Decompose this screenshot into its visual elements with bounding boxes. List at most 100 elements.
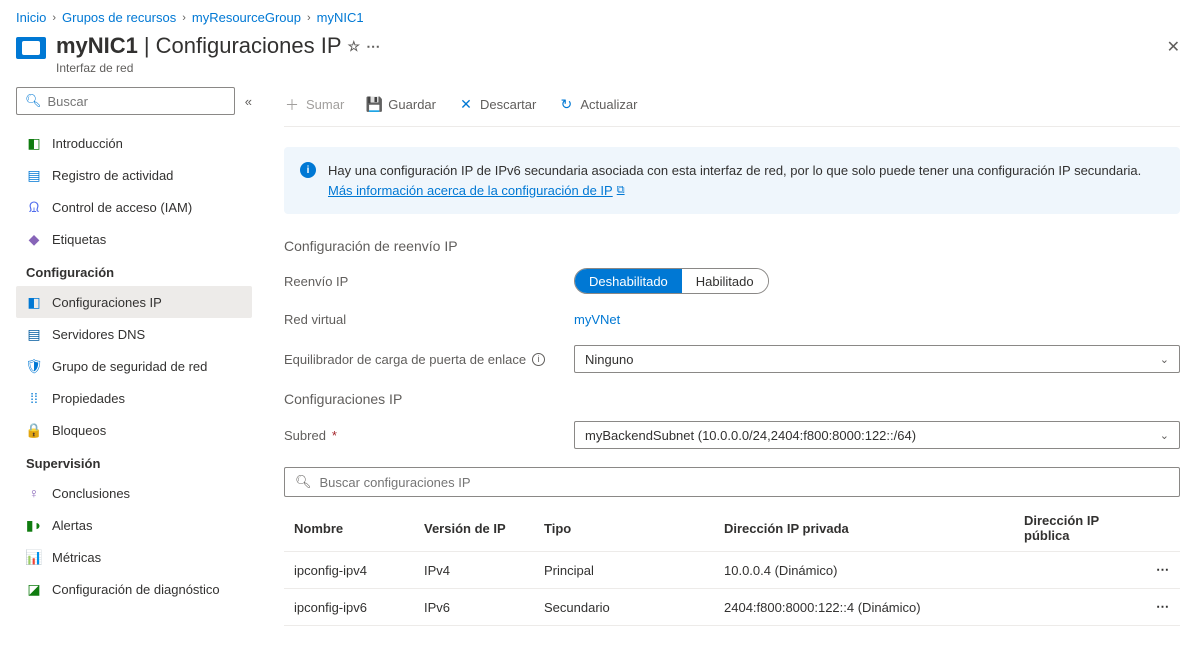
chevron-right-icon: › bbox=[182, 12, 186, 24]
nav-item-insights[interactable]: ♀Conclusiones bbox=[16, 477, 252, 509]
cell-public-ip bbox=[1014, 552, 1140, 589]
toolbar-label: Descartar bbox=[480, 97, 536, 112]
sidebar: 🔍︎ « ◧ Introducción ▤ Registro de activida… bbox=[0, 87, 256, 626]
toggle-enabled[interactable]: Habilitado bbox=[682, 269, 768, 293]
chevron-down-icon: ⌄ bbox=[1160, 353, 1169, 366]
activity-log-icon: ▤ bbox=[26, 167, 42, 183]
refresh-button[interactable]: ↻ Actualizar bbox=[558, 96, 637, 113]
nav-item-alerts[interactable]: ▮◗Alertas bbox=[16, 509, 252, 541]
table-row[interactable]: ipconfig-ipv4 IPv4 Principal 10.0.0.4 (D… bbox=[284, 552, 1180, 589]
save-button[interactable]: 💾Guardar bbox=[366, 96, 436, 113]
page-title: myNIC1 | Configuraciones IP ☆ ⋯ bbox=[56, 33, 1184, 59]
col-ipversion[interactable]: Versión de IP bbox=[414, 505, 534, 552]
nav-label: Registro de actividad bbox=[52, 168, 173, 183]
cell-name: ipconfig-ipv6 bbox=[284, 589, 414, 626]
nav-item-nsg[interactable]: 🛡Grupo de seguridad de red bbox=[16, 350, 252, 382]
section-ip-forwarding: Configuración de reenvío IP bbox=[284, 238, 1180, 254]
nav-label: Métricas bbox=[52, 550, 101, 565]
page-title-bold: myNIC1 bbox=[56, 33, 138, 59]
breadcrumb-link[interactable]: Inicio bbox=[16, 10, 46, 25]
label-subnet: Subred * bbox=[284, 428, 574, 443]
overview-icon: ◧ bbox=[26, 135, 42, 151]
col-name[interactable]: Nombre bbox=[284, 505, 414, 552]
toolbar-label: Actualizar bbox=[580, 97, 637, 112]
iam-icon: ᙉ bbox=[26, 199, 42, 215]
nav-item-properties[interactable]: ⁞⁞ Propiedades bbox=[16, 382, 252, 414]
nav-label: Servidores DNS bbox=[52, 327, 145, 342]
nav-item-ip-configs[interactable]: ◧Configuraciones IP bbox=[16, 286, 252, 318]
nav-item-activity-log[interactable]: ▤ Registro de actividad bbox=[16, 159, 252, 191]
chevron-right-icon: › bbox=[307, 12, 311, 24]
cell-private-ip: 2404:f800:8000:122::4 (Dinámico) bbox=[714, 589, 1014, 626]
nav-label: Introducción bbox=[52, 136, 123, 151]
vnet-link[interactable]: myVNet bbox=[574, 312, 620, 327]
dns-icon: ▤ bbox=[26, 326, 42, 342]
info-banner: i Hay una configuración IP de IPv6 secun… bbox=[284, 147, 1180, 214]
info-tooltip-icon[interactable]: i bbox=[532, 353, 545, 366]
nav-top: ◧ Introducción ▤ Registro de actividad ᙉCo… bbox=[16, 127, 252, 255]
insights-icon: ♀ bbox=[26, 485, 42, 501]
collapse-sidebar-icon[interactable]: « bbox=[245, 94, 252, 109]
nav-monitor: ♀Conclusiones ▮◗Alertas 📊 Métricas ◪Confi… bbox=[16, 477, 252, 605]
nav-item-dns[interactable]: ▤ Servidores DNS bbox=[16, 318, 252, 350]
breadcrumb-link[interactable]: myResourceGroup bbox=[192, 10, 301, 25]
plus-icon: ＋ bbox=[284, 95, 300, 115]
label-vnet: Red virtual bbox=[284, 312, 574, 327]
ipconfig-search[interactable]: 🔍︎ bbox=[284, 467, 1180, 497]
nav-label: Propiedades bbox=[52, 391, 125, 406]
metrics-icon: 📊 bbox=[26, 549, 42, 565]
sidebar-search-input[interactable] bbox=[48, 94, 226, 109]
section-ip-configs: Configuraciones IP bbox=[284, 391, 1180, 407]
col-type[interactable]: Tipo bbox=[534, 505, 714, 552]
nav-item-diagnostics[interactable]: ◪Configuración de diagnóstico bbox=[16, 573, 252, 605]
nav-item-locks[interactable]: 🔒Bloqueos bbox=[16, 414, 252, 446]
nav-item-metrics[interactable]: 📊 Métricas bbox=[16, 541, 252, 573]
cell-ipversion: IPv6 bbox=[414, 589, 534, 626]
nav-section-config: Configuración bbox=[26, 265, 252, 280]
select-value: myBackendSubnet (10.0.0.0/24,2404:f800:8… bbox=[585, 428, 916, 443]
toolbar-label: Guardar bbox=[388, 97, 436, 112]
cell-type: Principal bbox=[534, 552, 714, 589]
cell-ipversion: IPv4 bbox=[414, 552, 534, 589]
info-text: Hay una configuración IP de IPv6 secunda… bbox=[328, 163, 1141, 178]
chevron-down-icon: ⌄ bbox=[1160, 429, 1169, 442]
diagnostics-icon: ◪ bbox=[26, 581, 42, 597]
nav-item-overview[interactable]: ◧ Introducción bbox=[16, 127, 252, 159]
nav-label: Alertas bbox=[52, 518, 92, 533]
breadcrumb-link[interactable]: Grupos de recursos bbox=[62, 10, 176, 25]
breadcrumb-link[interactable]: myNIC1 bbox=[317, 10, 364, 25]
nic-icon bbox=[16, 37, 46, 59]
label-gateway-lb: Equilibrador de carga de puerta de enlac… bbox=[284, 352, 574, 367]
nav-item-iam[interactable]: ᙉControl de acceso (IAM) bbox=[16, 191, 252, 223]
sidebar-search[interactable]: 🔍︎ bbox=[16, 87, 235, 115]
col-private-ip[interactable]: Dirección IP privada bbox=[714, 505, 1014, 552]
search-icon: 🔍︎ bbox=[25, 93, 42, 109]
ip-forwarding-toggle[interactable]: Deshabilitado Habilitado bbox=[574, 268, 769, 294]
label-text: Subred bbox=[284, 428, 326, 443]
row-more-icon[interactable]: ⋯ bbox=[1140, 552, 1180, 589]
nav-label: Configuraciones IP bbox=[52, 295, 162, 310]
cell-private-ip: 10.0.0.4 (Dinámico) bbox=[714, 552, 1014, 589]
favorite-star-icon[interactable]: ☆ bbox=[348, 38, 361, 55]
more-actions-icon[interactable]: ⋯ bbox=[366, 38, 380, 55]
tag-icon: ◆ bbox=[26, 231, 42, 247]
discard-button[interactable]: ✕ Descartar bbox=[458, 96, 536, 113]
table-row[interactable]: ipconfig-ipv6 IPv6 Secundario 2404:f800:… bbox=[284, 589, 1180, 626]
gateway-lb-select[interactable]: Ninguno ⌄ bbox=[574, 345, 1180, 373]
subnet-select[interactable]: myBackendSubnet (10.0.0.0/24,2404:f800:8… bbox=[574, 421, 1180, 449]
cell-type: Secundario bbox=[534, 589, 714, 626]
nav-item-tags[interactable]: ◆Etiquetas bbox=[16, 223, 252, 255]
ipconfig-search-input[interactable] bbox=[320, 475, 1169, 490]
col-public-ip[interactable]: Dirección IP pública bbox=[1014, 505, 1140, 552]
properties-icon: ⁞⁞ bbox=[26, 390, 42, 406]
info-link-label: Más información acerca de la configuraci… bbox=[328, 181, 613, 201]
close-icon[interactable]: ✕ bbox=[1167, 37, 1180, 57]
search-icon: 🔍︎ bbox=[295, 474, 312, 490]
discard-icon: ✕ bbox=[458, 96, 474, 113]
add-button[interactable]: ＋Sumar bbox=[284, 95, 344, 115]
row-more-icon[interactable]: ⋯ bbox=[1140, 589, 1180, 626]
info-link[interactable]: Más información acerca de la configuraci… bbox=[328, 181, 625, 201]
toggle-disabled[interactable]: Deshabilitado bbox=[575, 269, 682, 293]
info-icon: i bbox=[300, 162, 316, 178]
refresh-icon: ↻ bbox=[558, 96, 574, 113]
